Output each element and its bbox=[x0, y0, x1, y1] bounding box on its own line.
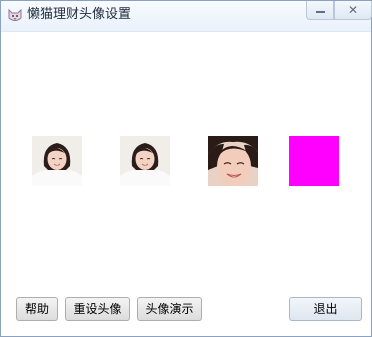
minimize-button[interactable] bbox=[306, 1, 334, 20]
close-button[interactable]: ✕ bbox=[334, 1, 372, 20]
avatar-settings-window: 懒猫理财头像设置 ✕ 帮助 重设头像 头像演示 退出 bbox=[0, 0, 372, 337]
girl-photo-small-icon bbox=[32, 136, 82, 186]
minimize-icon bbox=[316, 11, 325, 13]
avatar-option-2[interactable] bbox=[120, 136, 170, 186]
avatar-option-1[interactable] bbox=[32, 136, 82, 186]
exit-button[interactable]: 退出 bbox=[289, 297, 362, 321]
close-icon: ✕ bbox=[347, 3, 359, 17]
girl-photo-small-icon bbox=[120, 136, 170, 186]
avatar-option-4[interactable] bbox=[289, 136, 339, 186]
title-bar[interactable]: 懒猫理财头像设置 ✕ bbox=[1, 1, 372, 32]
cat-face-icon bbox=[7, 7, 23, 23]
help-button[interactable]: 帮助 bbox=[16, 297, 58, 321]
reset-avatar-button[interactable]: 重设头像 bbox=[65, 297, 130, 321]
window-title: 懒猫理财头像设置 bbox=[27, 7, 132, 22]
avatar-demo-button[interactable]: 头像演示 bbox=[137, 297, 202, 321]
avatar-option-3[interactable] bbox=[208, 136, 258, 186]
girl-photo-closeup-icon bbox=[208, 136, 258, 186]
